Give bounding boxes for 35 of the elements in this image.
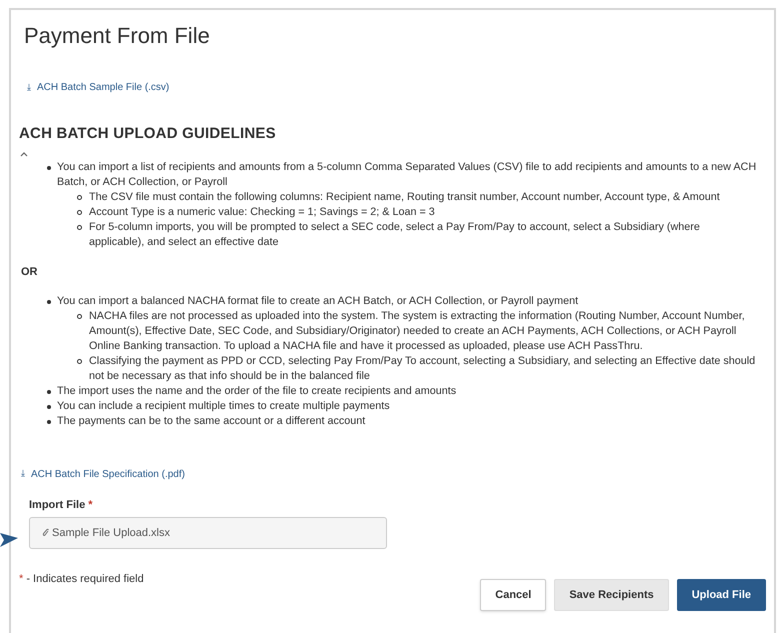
file-input-field[interactable]: Sample File Upload.xlsx <box>29 517 387 549</box>
bullet-icon <box>77 225 82 230</box>
save-recipients-button[interactable]: Save Recipients <box>554 579 669 611</box>
bullet-icon <box>77 210 82 215</box>
paperclip-icon <box>42 528 50 538</box>
bullet-icon <box>47 390 51 394</box>
guideline-text: You can include a recipient multiple times to create multiple payments <box>57 398 390 414</box>
bullet-icon <box>47 166 51 170</box>
guideline-text: Classifying the payment as PPD or CCD, selecting Pay From/Pay To account, selecting a Subsidiary, and selecting an Effective date should not be necessary as that info should be in the balanced file <box>89 354 756 384</box>
guideline-text: NACHA files are not processed as uploaded into the system. The system is extracting the information (Routing Number, Account Number, Amount(s), Effective Date, SEC Code, and Subsidiary/Originator) needed to create an ACH Payments, ACH Collections, or ACH Payroll Online Banking transaction. To upload a NACHA file and have it processed as uploaded, please use ACH PassThru. <box>89 308 746 354</box>
guideline-text: The CSV file must contain the following columns: Recipient name, Routing transit number, Account number, Account type, & Amount <box>89 190 720 205</box>
required-note: * - Indicates required field <box>19 572 144 587</box>
guideline-text: The payments can be to the same account or a different account <box>57 414 366 428</box>
chevron-up-icon <box>19 150 29 158</box>
bullet-icon <box>47 300 51 304</box>
separator-label: OR <box>21 265 38 280</box>
upload-file-button[interactable]: Upload File <box>676 579 766 611</box>
cancel-button[interactable]: Cancel <box>480 579 546 611</box>
bullet-icon <box>47 404 51 408</box>
guideline-text: You can import a balanced NACHA format file to create an ACH Batch, or ACH Collection, or Payroll payment <box>57 294 578 308</box>
bullet-icon <box>77 314 82 318</box>
section-heading: ACH BATCH UPLOAD GUIDELINES <box>19 124 277 144</box>
download-icon: ⤓ <box>27 80 31 94</box>
page-title: Payment From File <box>24 22 211 50</box>
guideline-text: The import uses the name and the order of the file to create recipients and amounts <box>57 384 456 398</box>
field-label: Import File * <box>29 498 93 512</box>
download-link[interactable]: ⤓ ACH Batch File Specification (.pdf) <box>21 466 185 482</box>
guideline-text: Account Type is a numeric value: Checking = 1; Savings = 2; & Loan = 3 <box>89 205 435 220</box>
download-link[interactable]: ⤓ ACH Batch Sample File (.csv) <box>27 80 170 95</box>
download-icon: ⤓ <box>21 467 25 481</box>
guideline-text: You can import a list of recipients and amounts from a 5-column Comma Separated Values (CSV) file to add recipients and amounts to a new ACH Batch, or ACH Collection, or Payroll <box>57 160 758 190</box>
bullet-icon <box>77 195 82 200</box>
bullet-icon <box>47 420 51 424</box>
guideline-text: For 5-column imports, you will be prompted to select a SEC code, select a Pay From/Pay to account, select a Subsidiary (where applicable), and select an effective date <box>89 220 701 250</box>
bullet-icon <box>77 358 82 364</box>
